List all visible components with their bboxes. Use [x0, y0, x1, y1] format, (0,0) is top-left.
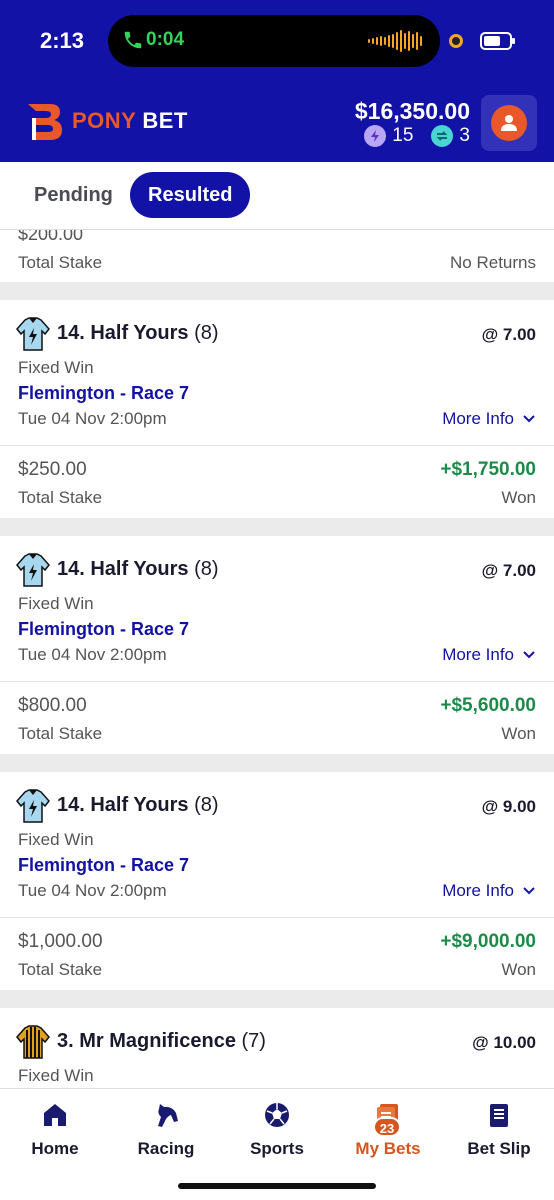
bet-odds: @ 7.00 [481, 325, 536, 344]
jockey-silk-icon [16, 789, 50, 823]
bet-return: +$9,000.00 [440, 931, 536, 952]
bet-stake-amount: $200.00 [18, 230, 84, 244]
total-stake-label: Total Stake [18, 488, 103, 507]
chevron-down-icon [523, 887, 535, 895]
bolt-icon [364, 125, 387, 147]
home-indicator[interactable] [178, 1183, 376, 1189]
bet-stake-amount: $250.00 [18, 459, 87, 480]
runner-name: 14. Half Yours (8) [57, 558, 219, 580]
logo-text-bet: BET [142, 108, 188, 133]
bet-return: +$5,600.00 [440, 695, 536, 716]
race-time: Tue 04 Nov 2:00pm [18, 881, 167, 900]
runner-name: 14. Half Yours (8) [57, 322, 219, 344]
race-link[interactable]: Flemington - Race 7 [18, 383, 189, 404]
divider [0, 445, 554, 446]
tab-pending[interactable]: Pending [16, 172, 131, 218]
swap-icon [431, 125, 454, 147]
bet-result: Won [501, 724, 536, 743]
bet-card: 3. Mr Magnificence (7) @ 10.00 Fixed Win [0, 1008, 554, 1088]
total-stake-label: Total Stake [18, 253, 103, 272]
home-icon [44, 1104, 66, 1126]
nav-bet-slip[interactable]: Bet Slip [444, 1089, 554, 1169]
bet-type: Fixed Win [18, 1066, 94, 1085]
runner-barrier: (8) [194, 322, 219, 344]
bet-type: Fixed Win [18, 358, 94, 377]
jockey-silk-icon [16, 553, 50, 587]
account-balance[interactable]: $16,350.00 [355, 98, 470, 125]
runner-name: 14. Half Yours (8) [57, 794, 219, 816]
divider [0, 917, 554, 918]
more-info-label: More Info [442, 409, 514, 428]
nav-label: Home [31, 1139, 79, 1158]
bet-slip-icon [490, 1104, 508, 1127]
bet-return: +$1,750.00 [440, 459, 536, 480]
user-icon [491, 105, 527, 141]
more-info-button[interactable]: More Info [442, 409, 536, 429]
race-time: Tue 04 Nov 2:00pm [18, 409, 167, 428]
runner-barrier: (8) [194, 558, 219, 580]
tab-resulted[interactable]: Resulted [130, 172, 251, 218]
bet-odds: @ 9.00 [481, 797, 536, 816]
nav-home[interactable]: Home [0, 1089, 110, 1169]
bet-status-tabs: Pending Resulted [0, 162, 554, 230]
bet-odds: @ 10.00 [472, 1033, 536, 1052]
jockey-silk-icon [16, 317, 50, 351]
horse-icon [158, 1104, 178, 1127]
race-link[interactable]: Flemington - Race 7 [18, 855, 189, 876]
nav-label: My Bets [355, 1139, 421, 1158]
chevron-down-icon [523, 651, 535, 659]
logo-text-pony: PONY [72, 108, 137, 133]
runner-barrier: (7) [241, 1030, 266, 1052]
battery-icon [480, 32, 515, 50]
bet-odds: @ 7.00 [481, 561, 536, 580]
more-info-button[interactable]: More Info [442, 645, 536, 665]
status-time: 2:13 [40, 28, 85, 53]
jockey-silk-icon [16, 1025, 50, 1059]
bet-card: 14. Half Yours (8) @ 9.00 Fixed Win Flem… [0, 772, 554, 990]
bet-result: Won [501, 488, 536, 507]
audio-waveform-icon [368, 29, 422, 53]
nav-racing[interactable]: Racing [111, 1089, 221, 1169]
token-counts[interactable]: 15 3 [364, 125, 470, 147]
bet-type: Fixed Win [18, 830, 94, 849]
bet-stake-amount: $1,000.00 [18, 931, 103, 952]
runner-name: 3. Mr Magnificence (7) [57, 1030, 266, 1052]
nav-my-bets[interactable]: 23 My Bets [333, 1089, 443, 1169]
swap-token-count: 3 [459, 125, 470, 146]
logo-mark-icon [28, 104, 62, 140]
my-bets-count-badge: 23 [373, 1117, 401, 1137]
bet-card: 14. Half Yours (8) @ 7.00 Fixed Win Flem… [0, 536, 554, 754]
ponybet-logo[interactable]: PONY BET [22, 98, 188, 144]
runner-barrier: (8) [194, 794, 219, 816]
bet-card: 14. Half Yours (8) @ 7.00 Fixed Win Flem… [0, 300, 554, 518]
bet-stake-amount: $800.00 [18, 695, 87, 716]
account-button[interactable] [481, 95, 537, 151]
nav-label: Sports [250, 1139, 304, 1158]
race-time: Tue 04 Nov 2:00pm [18, 645, 167, 664]
ball-icon [265, 1103, 289, 1127]
bet-type: Fixed Win [18, 594, 94, 613]
more-info-label: More Info [442, 645, 514, 664]
divider [0, 681, 554, 682]
race-link[interactable]: Flemington - Race 7 [18, 619, 189, 640]
dynamic-island[interactable]: 0:04 [108, 15, 440, 67]
chevron-down-icon [523, 415, 535, 423]
call-timer: 0:04 [146, 29, 185, 50]
bet-result: No Returns [450, 253, 536, 272]
bolt-token-count: 15 [392, 125, 414, 146]
app-header: 2:13 0:04 PONY BET $16,350.00 15 3 [0, 0, 554, 162]
phone-icon [124, 31, 142, 49]
nav-label: Bet Slip [467, 1139, 531, 1158]
more-info-label: More Info [442, 881, 514, 900]
privacy-indicator-icon [449, 34, 463, 48]
more-info-button[interactable]: More Info [442, 881, 536, 901]
nav-label: Racing [137, 1139, 195, 1158]
bet-card-partial: $200.00 Total Stake No Returns [0, 230, 554, 282]
total-stake-label: Total Stake [18, 960, 103, 979]
bets-list[interactable]: $200.00 Total Stake No Returns 14. Half … [0, 230, 554, 1088]
nav-sports[interactable]: Sports [222, 1089, 332, 1169]
total-stake-label: Total Stake [18, 724, 103, 743]
bet-result: Won [501, 960, 536, 979]
